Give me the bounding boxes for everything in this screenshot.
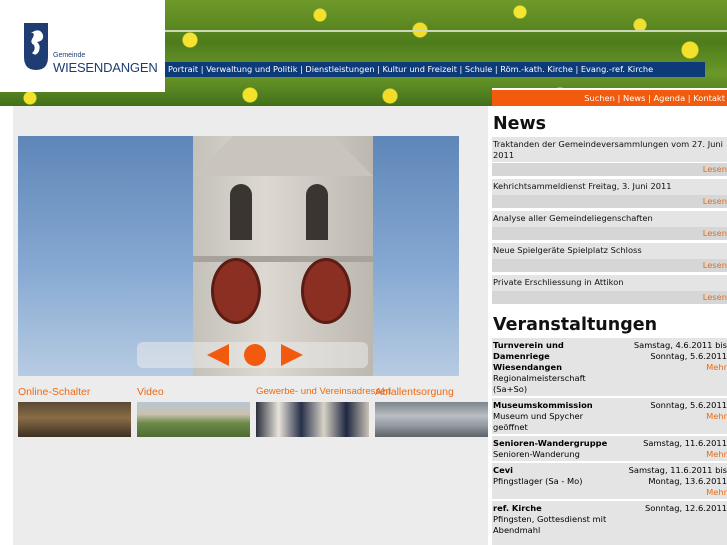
event-item[interactable]: ref. Kirche Pfingsten, Gottesdienst mit A… — [492, 501, 727, 545]
news-read-link[interactable]: Lesen — [492, 259, 727, 272]
event-item[interactable]: Cevi Pfingstlager (Sa - Mo) Samstag, 11.6… — [492, 463, 727, 500]
event-more-link[interactable]: Mehr — [706, 362, 727, 372]
tower-roof — [193, 136, 373, 176]
utility-bar: Suchen | News | Agenda | Kontakt — [492, 90, 727, 106]
event-date: Samstag, 11.6.2011 bis Montag, 13.6.2011 — [628, 465, 727, 486]
event-date: Sonntag, 5.6.2011 — [650, 400, 727, 410]
news-item[interactable]: Private Erschliessung in Attikon — [492, 275, 727, 291]
event-organizer: Cevi — [493, 465, 513, 475]
tile-label-online-schalter[interactable]: Online-Schalter — [18, 386, 90, 398]
event-more-link[interactable]: Mehr — [706, 411, 727, 421]
tile-label-video[interactable]: Video — [137, 386, 164, 398]
tile-image-adressen[interactable] — [256, 402, 369, 437]
event-date: Sonntag, 12.6.2011 — [645, 503, 727, 513]
event-item[interactable]: Senioren-Wandergruppe Senioren-Wanderung … — [492, 436, 727, 462]
crest-icon — [24, 23, 48, 70]
nav-item-kultur[interactable]: Kultur und Freizeit — [383, 64, 457, 74]
event-item[interactable]: Turnverein und Damenriege Wiesendangen Re… — [492, 338, 727, 396]
news-read-link[interactable]: Lesen — [492, 195, 727, 208]
event-organizer: Museumskommission — [493, 400, 593, 410]
news-item[interactable]: Analyse aller Gemeindeliegenschaften — [492, 211, 727, 227]
event-date: Samstag, 11.6.2011 — [643, 438, 727, 448]
tower-window — [306, 184, 328, 240]
event-description: Pfingstlager (Sa - Mo) — [493, 476, 583, 486]
nav-item-kath-kirche[interactable]: Röm.-kath. Kirche — [500, 64, 573, 74]
event-more-link[interactable]: Mehr — [706, 487, 727, 497]
news-heading: News — [493, 114, 547, 134]
news-item[interactable]: Kehrichtsammeldienst Freitag, 3. Juni 20… — [492, 179, 727, 195]
event-item[interactable]: Museumskommission Museum und Spycher geöf… — [492, 398, 727, 435]
banner-stripe — [107, 30, 727, 32]
logo-small-text: Gemeinde — [53, 52, 86, 59]
events-heading: Veranstaltungen — [493, 315, 658, 335]
event-organizer: Senioren-Wandergruppe — [493, 438, 608, 448]
utility-link-kontakt[interactable]: Kontakt — [693, 93, 725, 103]
tile-image-video[interactable] — [137, 402, 250, 437]
event-more-link[interactable]: Mehr — [706, 449, 727, 459]
clock-face — [211, 258, 261, 324]
tile-image-online-schalter[interactable] — [18, 402, 131, 437]
tower-window — [230, 184, 252, 240]
news-read-link[interactable]: Lesen — [492, 163, 727, 176]
news-read-link[interactable]: Lesen — [492, 291, 727, 304]
left-gutter — [0, 106, 13, 545]
nav-item-ref-kirche[interactable]: Evang.-ref. Kirche — [581, 64, 653, 74]
previous-arrow-icon[interactable] — [207, 344, 229, 366]
event-description: Regionalmeisterschaft (Sa+So) — [493, 373, 586, 394]
utility-link-suchen[interactable]: Suchen — [584, 93, 615, 103]
nav-item-dienstleistungen[interactable]: Dienstleistungen — [305, 64, 374, 74]
tile-label-adressen[interactable]: Gewerbe- und Vereinsadressen — [256, 386, 391, 397]
logo[interactable]: Gemeinde WIESENDANGEN — [0, 0, 165, 92]
event-organizer: ref. Kirche — [493, 503, 542, 513]
slideshow-dot[interactable] — [244, 344, 266, 366]
nav-item-portrait[interactable]: Portrait — [168, 64, 198, 74]
event-description: Pfingsten, Gottesdienst mit Abendmahl — [493, 514, 607, 535]
tile-label-abfall[interactable]: Abfallentsorgung — [375, 386, 454, 398]
clock-face — [301, 258, 351, 324]
event-description: Museum und Spycher geöffnet — [493, 411, 584, 432]
main-navigation: Portrait | Verwaltung und Politik | Dien… — [165, 62, 705, 77]
logo-big-text: WIESENDANGEN — [53, 60, 158, 75]
event-date: Samstag, 4.6.2011 bis Sonntag, 5.6.2011 — [633, 340, 727, 361]
news-item[interactable]: Traktanden der Gemeindeversammlungen vom… — [492, 137, 727, 162]
news-read-link[interactable]: Lesen — [492, 227, 727, 240]
slideshow-image — [18, 136, 459, 376]
event-organizer: Turnverein und Damenriege Wiesendangen — [493, 340, 564, 372]
utility-link-news[interactable]: News — [623, 93, 645, 103]
next-arrow-icon[interactable] — [281, 344, 303, 366]
nav-item-schule[interactable]: Schule — [465, 64, 492, 74]
nav-item-verwaltung[interactable]: Verwaltung und Politik — [206, 64, 297, 74]
tile-image-abfall[interactable] — [375, 402, 488, 437]
church-tower — [193, 136, 373, 376]
event-description: Senioren-Wanderung — [493, 449, 580, 459]
news-item[interactable]: Neue Spielgeräte Spielplatz Schloss — [492, 243, 727, 259]
utility-link-agenda[interactable]: Agenda — [654, 93, 686, 103]
